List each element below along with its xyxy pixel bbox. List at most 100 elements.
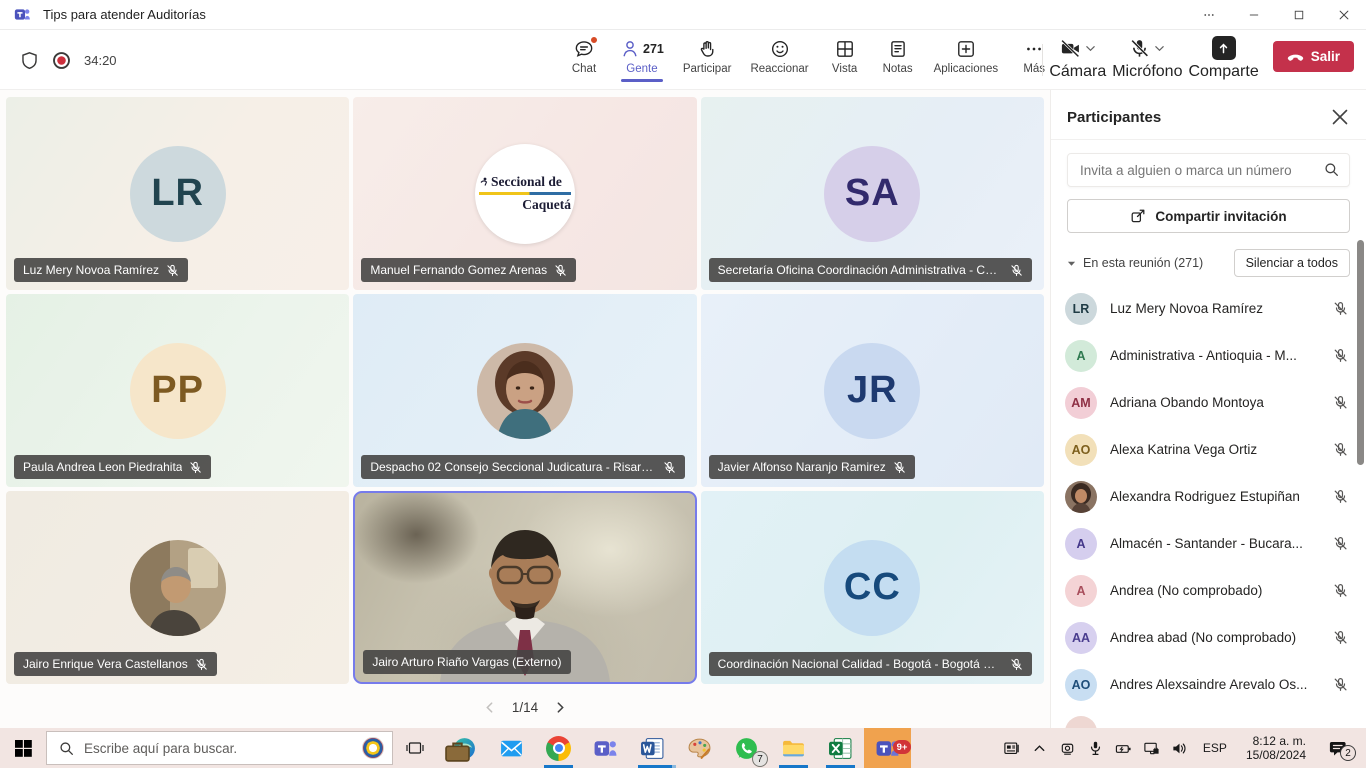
apps-button[interactable]: Aplicaciones	[929, 36, 1004, 75]
app-teams[interactable]	[582, 728, 629, 768]
video-tile-jairo-enrique[interactable]: Jairo Enrique Vera Castellanos	[6, 491, 349, 684]
avatar-photo	[1065, 481, 1097, 513]
participant-row[interactable]: AA Andrea abad (No comprobado)	[1051, 614, 1366, 661]
profile-photo	[477, 343, 573, 439]
search-icon	[59, 741, 74, 756]
participant-row[interactable]: AO Andres Alexsaindre Arevalo Os...	[1051, 661, 1366, 708]
video-tile-secretaria-caqueta[interactable]: SA Secretaría Oficina Coordinación Admin…	[701, 97, 1044, 290]
avatar: CC	[824, 540, 920, 636]
camera-button[interactable]: Cámara	[1049, 36, 1106, 81]
clock[interactable]: 8:12 a. m. 15/08/2024	[1238, 734, 1314, 762]
app-teams-meeting-active[interactable]: 9+	[864, 728, 911, 768]
avatar: A	[1065, 528, 1097, 560]
task-view-icon	[406, 739, 424, 757]
raise-hand-button[interactable]: Participar	[678, 36, 737, 75]
mic-off-icon	[1333, 395, 1348, 410]
participant-row[interactable]: Alexandra Rodriguez Estupiñan	[1051, 473, 1366, 520]
participant-row[interactable]: A Administrativa - Antioquia - M...	[1051, 332, 1366, 379]
microphone-tray-icon[interactable]	[1084, 728, 1108, 768]
coat-of-arms-icon	[362, 737, 384, 759]
close-button[interactable]	[1321, 0, 1366, 29]
share-button[interactable]: Comparte	[1188, 36, 1258, 81]
battery-icon[interactable]	[1112, 728, 1136, 768]
task-view-button[interactable]	[393, 728, 437, 768]
video-tile-despacho-02[interactable]: Despacho 02 Consejo Seccional Judicatura…	[353, 294, 696, 487]
close-panel-button[interactable]	[1330, 107, 1350, 127]
volume-icon[interactable]	[1168, 728, 1192, 768]
app-mail[interactable]	[488, 728, 535, 768]
video-tile-coordinacion-calidad[interactable]: CC Coordinación Nacional Calidad - Bogot…	[701, 491, 1044, 684]
window-more-button[interactable]	[1186, 0, 1231, 29]
language-indicator[interactable]: ESP	[1196, 741, 1234, 755]
windows-logo-icon	[15, 740, 32, 757]
video-tile-paula-andrea[interactable]: PP Paula Andrea Leon Piedrahita	[6, 294, 349, 487]
leave-button[interactable]: Salir	[1273, 41, 1354, 72]
start-button[interactable]	[0, 728, 46, 768]
taskbar-search-input[interactable]	[84, 741, 352, 756]
camera-chevron-icon[interactable]	[1085, 43, 1096, 54]
mic-off-icon	[1333, 630, 1348, 645]
participant-name-pill: Secretaría Oficina Coordinación Administ…	[709, 258, 1032, 282]
app-excel[interactable]	[817, 728, 864, 768]
whatsapp-badge: 7	[752, 751, 768, 767]
participant-row-partial[interactable]	[1051, 708, 1366, 728]
avatar: AA	[1065, 622, 1097, 654]
chrome-icon	[546, 736, 571, 761]
avatar: A	[1065, 575, 1097, 607]
view-button[interactable]: Vista	[823, 36, 867, 75]
avatar: AO	[1065, 669, 1097, 701]
invite-search-input[interactable]	[1067, 153, 1350, 187]
video-tile-manuel-fernando[interactable]: Seccional de Caquetá Manuel Fernando Gom…	[353, 97, 696, 290]
minimize-button[interactable]	[1231, 0, 1276, 29]
avatar: SA	[824, 146, 920, 242]
notes-button[interactable]: Notas	[876, 36, 920, 75]
video-tile-javier-alfonso[interactable]: JR Javier Alfonso Naranjo Ramirez	[701, 294, 1044, 487]
panel-scrollbar[interactable]	[1357, 240, 1364, 465]
chat-button[interactable]: Chat	[562, 36, 606, 75]
app-paint[interactable]	[676, 728, 723, 768]
participant-row[interactable]: A Almacén - Santander - Bucara...	[1051, 520, 1366, 567]
microphone-chevron-icon[interactable]	[1154, 43, 1165, 54]
in-meeting-section-toggle[interactable]: En esta reunión (271)	[1067, 256, 1203, 270]
react-button[interactable]: Reaccionar	[745, 36, 813, 75]
camera-tray-icon[interactable]	[1056, 728, 1080, 768]
participant-row[interactable]: AM Adriana Obando Montoya	[1051, 379, 1366, 426]
video-stage: LR Luz Mery Novoa Ramírez Seccional de C…	[0, 90, 1050, 728]
app-edge[interactable]	[441, 728, 488, 768]
participant-row[interactable]: A Andrea (No comprobado)	[1051, 567, 1366, 614]
mic-off-icon	[1129, 38, 1150, 59]
next-page-button[interactable]	[554, 701, 567, 714]
participant-row[interactable]: AO Alexa Katrina Vega Ortiz	[1051, 426, 1366, 473]
participant-count-badge: 271	[643, 42, 664, 56]
avatar: LR	[1065, 293, 1097, 325]
share-invitation-button[interactable]: Compartir invitación	[1067, 199, 1350, 233]
camera-off-icon	[1060, 38, 1081, 59]
mute-all-button[interactable]: Silenciar a todos	[1234, 249, 1350, 277]
mic-off-icon	[554, 264, 567, 277]
video-grid: LR Luz Mery Novoa Ramírez Seccional de C…	[0, 90, 1050, 684]
microphone-button[interactable]: Micrófono	[1112, 36, 1182, 81]
video-tile-jairo-arturo-speaking[interactable]: Jairo Arturo Riaño Vargas (Externo)	[353, 491, 696, 684]
news-widgets-icon[interactable]	[1000, 728, 1024, 768]
word-icon	[640, 736, 665, 761]
people-button[interactable]: 271 Gente	[615, 36, 669, 75]
share-screen-icon	[1217, 42, 1230, 55]
video-tile-luz-mery[interactable]: LR Luz Mery Novoa Ramírez	[6, 97, 349, 290]
teams-logo-icon	[14, 6, 31, 23]
app-file-explorer[interactable]	[770, 728, 817, 768]
mic-off-icon	[1333, 301, 1348, 316]
maximize-button[interactable]	[1276, 0, 1321, 29]
notifications-button[interactable]: 2	[1318, 728, 1358, 768]
search-icon	[1324, 162, 1339, 177]
app-chrome[interactable]	[535, 728, 582, 768]
show-hidden-icons-button[interactable]	[1028, 728, 1052, 768]
chat-notification-dot	[590, 36, 598, 44]
taskbar-search-box[interactable]	[46, 731, 393, 765]
app-whatsapp[interactable]: 7	[723, 728, 770, 768]
previous-page-button[interactable]	[483, 701, 496, 714]
smiley-icon	[770, 39, 790, 59]
app-word[interactable]	[629, 728, 676, 768]
mic-off-icon	[166, 264, 179, 277]
participant-row[interactable]: LR Luz Mery Novoa Ramírez	[1051, 285, 1366, 332]
network-icon[interactable]	[1140, 728, 1164, 768]
